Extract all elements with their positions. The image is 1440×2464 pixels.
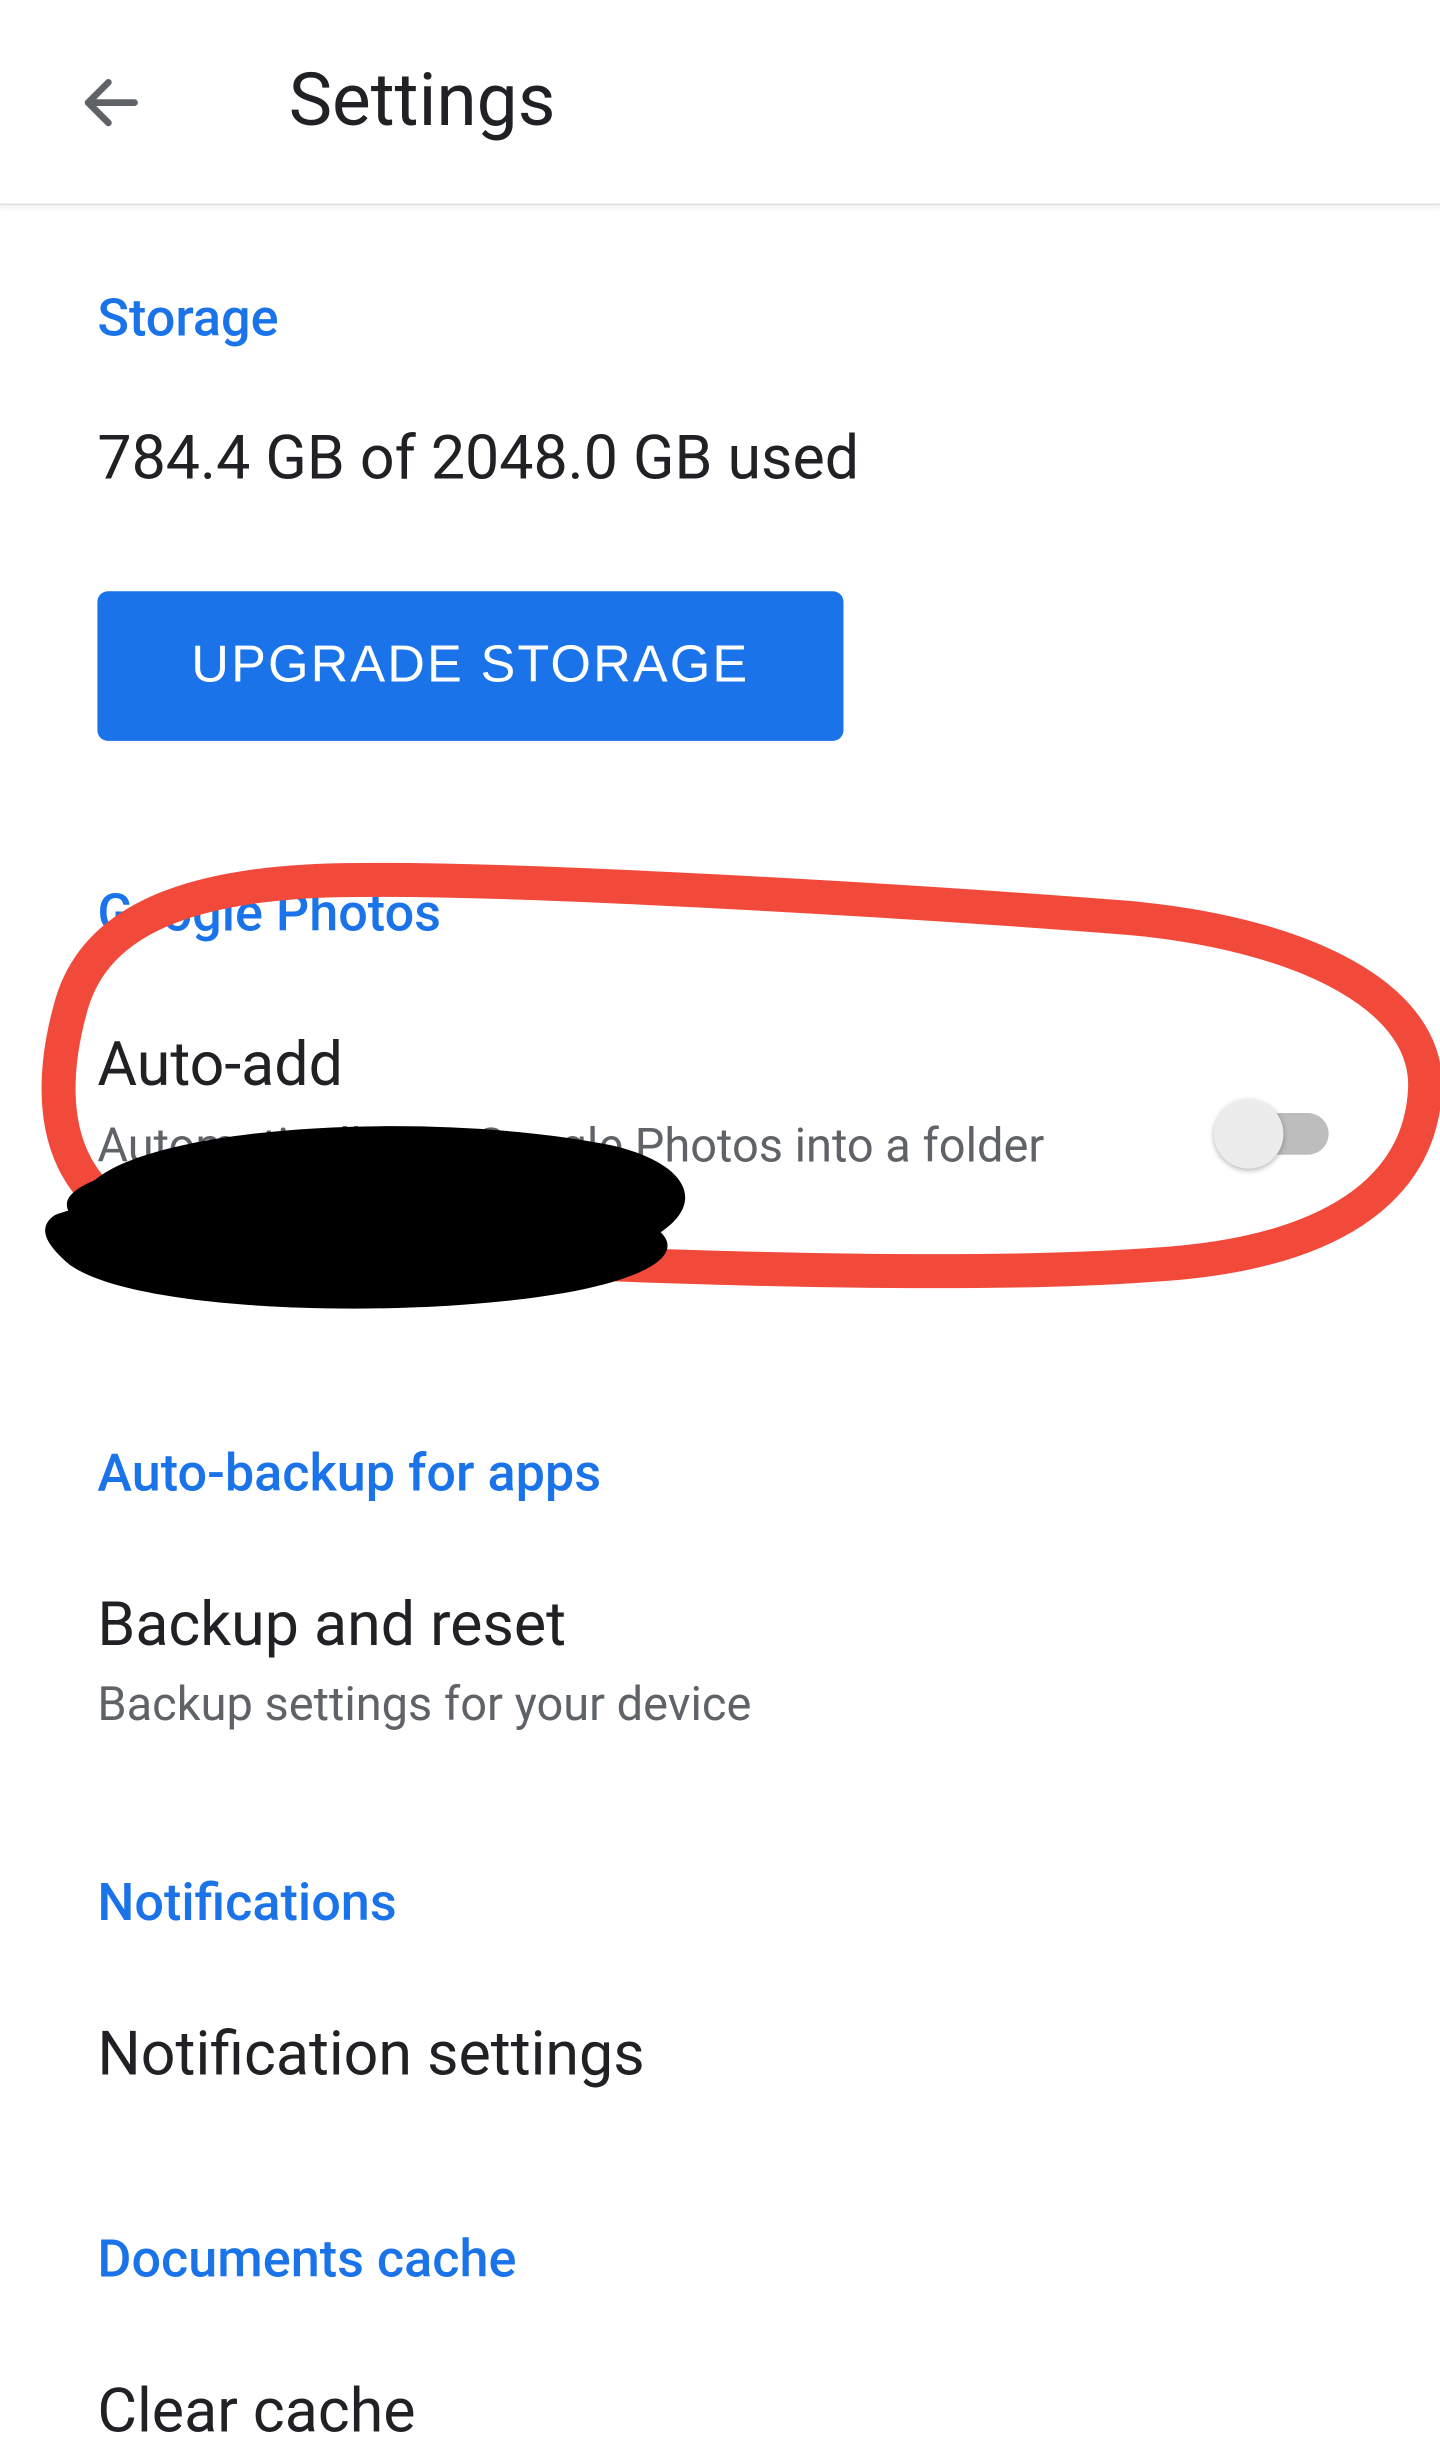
auto-add-toggle[interactable] <box>1214 1100 1343 1170</box>
auto-add-title: Auto-add <box>97 1028 1172 1104</box>
toggle-thumb <box>1214 1100 1284 1170</box>
app-header: Settings <box>0 0 1440 205</box>
setting-item-clear-cache[interactable]: Clear cache Remove all cached documents <box>97 2373 1342 2464</box>
page-title: Settings <box>289 59 556 144</box>
section-header-google-photos: Google Photos <box>97 883 1342 944</box>
section-header-storage: Storage <box>97 289 1342 350</box>
setting-item-backup-reset[interactable]: Backup and reset Backup settings for you… <box>97 1587 1342 1737</box>
backup-reset-subtitle: Backup settings for your device <box>97 1674 1088 1737</box>
storage-usage-text: 784.4 GB of 2048.0 GB used <box>97 423 1342 494</box>
section-header-auto-backup: Auto-backup for apps <box>97 1443 1342 1504</box>
upgrade-storage-button[interactable]: UPGRADE STORAGE <box>97 591 843 741</box>
clear-cache-subtitle: Remove all cached documents <box>97 2460 1088 2464</box>
clear-cache-title: Clear cache <box>97 2373 1342 2449</box>
section-header-notifications: Notifications <box>97 1873 1342 1934</box>
section-header-documents-cache: Documents cache <box>97 2229 1342 2290</box>
settings-content: Storage 784.4 GB of 2048.0 GB used UPGRA… <box>0 289 1440 2464</box>
setting-item-auto-add[interactable]: Auto-add Automatically put Google Photos… <box>97 1028 1342 1241</box>
back-arrow-icon[interactable] <box>70 60 153 143</box>
setting-item-notification-settings[interactable]: Notification settings <box>97 2017 1342 2093</box>
auto-add-subtitle: Automatically put Google Photos into a f… <box>97 1114 1088 1241</box>
notification-settings-title: Notification settings <box>97 2017 1342 2093</box>
backup-reset-title: Backup and reset <box>97 1587 1342 1663</box>
